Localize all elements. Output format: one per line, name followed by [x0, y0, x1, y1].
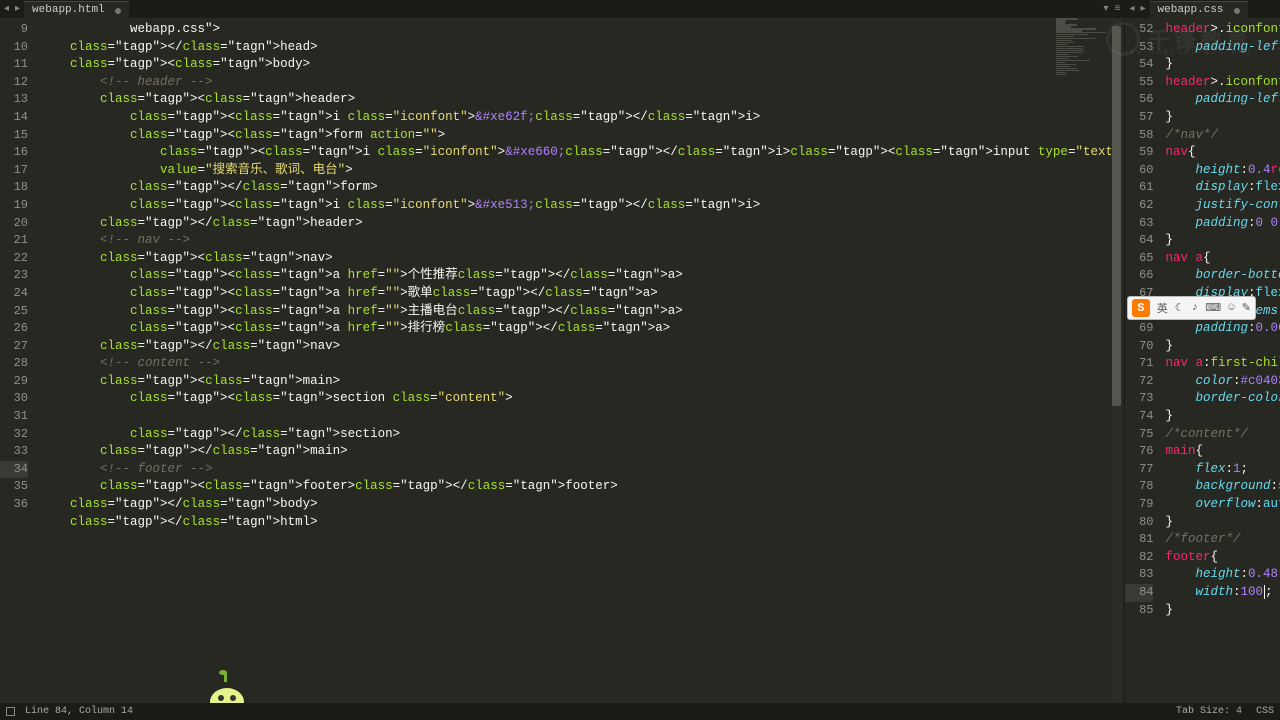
dirty-dot-icon	[1234, 8, 1240, 14]
editor-split: ◂ ▸ webapp.html ▾ ≡ 91011121314151617181…	[0, 0, 1280, 720]
tab-webapp-css[interactable]: webapp.css	[1150, 1, 1248, 18]
editor-right[interactable]: 5253545556575859606162636465666768697071…	[1125, 18, 1280, 720]
tab-label: webapp.html	[32, 4, 105, 16]
ime-item[interactable]: ☾	[1175, 301, 1185, 315]
ime-item[interactable]: ♪	[1192, 302, 1199, 314]
code-left[interactable]: webapp.css"> class="tagp"></class="tagn"…	[36, 18, 1124, 720]
ime-mode[interactable]: 英	[1157, 300, 1168, 316]
watermark: 千锋教育 www.mobiletrain.org	[1106, 22, 1252, 56]
tab-nav-arrows[interactable]: ◂ ▸	[1125, 3, 1149, 15]
status-lang[interactable]: CSS	[1256, 706, 1274, 717]
ime-item[interactable]: ✎	[1242, 301, 1251, 315]
ime-item[interactable]: ☺	[1228, 302, 1235, 314]
code-right[interactable]: header>.iconfont:first-child{ padding-le…	[1161, 18, 1280, 720]
ime-item[interactable]: ⌨	[1205, 301, 1221, 315]
gutter-left: 9101112131415161718192021222324252627282…	[0, 18, 36, 720]
minimap-left[interactable]	[1056, 18, 1110, 238]
left-pane: ◂ ▸ webapp.html ▾ ≡ 91011121314151617181…	[0, 0, 1125, 720]
pane-menu-icon[interactable]: ▾ ≡	[1103, 3, 1120, 15]
tab-nav-arrows[interactable]: ◂ ▸	[0, 3, 24, 15]
sogou-icon[interactable]: S	[1132, 299, 1150, 317]
gutter-right: 5253545556575859606162636465666768697071…	[1125, 18, 1161, 720]
tab-label: webapp.css	[1158, 4, 1224, 16]
scroll-thumb[interactable]	[1112, 26, 1121, 406]
tab-webapp-html[interactable]: webapp.html	[24, 1, 129, 18]
ime-toolbar[interactable]: S 英 ☾ ♪ ⌨ ☺ ✎	[1127, 296, 1256, 320]
status-linecol[interactable]: Line 84, Column 14	[25, 706, 133, 717]
right-pane: ◂ ▸ webapp.css ▾ ≡ 525354555657585960616…	[1125, 0, 1280, 720]
tab-bar-left: ◂ ▸ webapp.html ▾ ≡	[0, 0, 1124, 18]
tab-bar-right: ◂ ▸ webapp.css ▾ ≡	[1125, 0, 1280, 18]
scrollbar-left[interactable]	[1111, 18, 1122, 720]
status-tabsize[interactable]: Tab Size: 4	[1176, 706, 1242, 717]
status-bar: Line 84, Column 14 Tab Size: 4 CSS	[0, 703, 1280, 720]
editor-left[interactable]: 9101112131415161718192021222324252627282…	[0, 18, 1124, 720]
dirty-dot-icon	[115, 8, 121, 14]
status-icon[interactable]	[6, 707, 15, 716]
watermark-sub: www.mobiletrain.org	[1123, 48, 1252, 57]
